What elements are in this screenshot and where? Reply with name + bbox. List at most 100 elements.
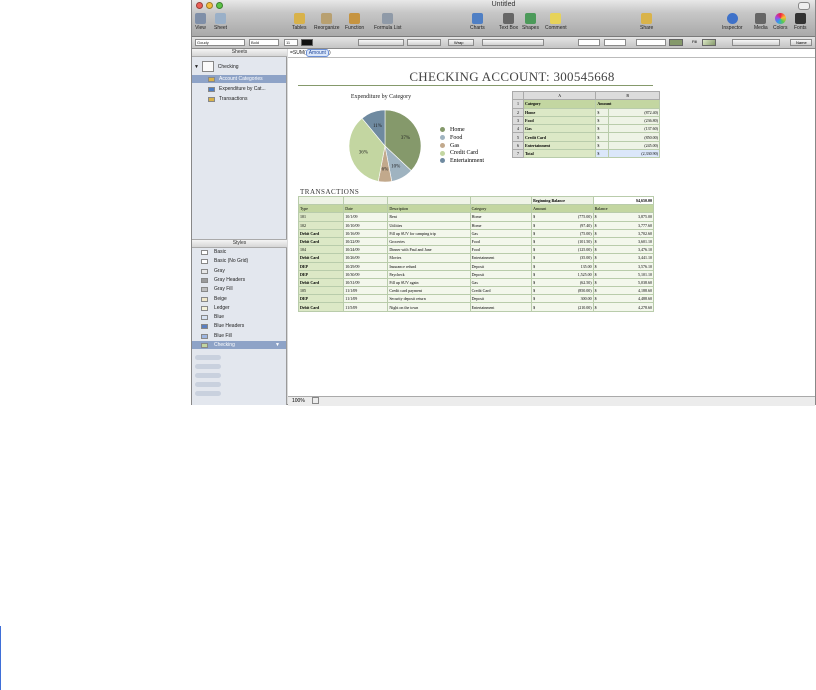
table-cell[interactable]: Food: [469, 245, 533, 255]
table-cell[interactable]: 4,278.60: [607, 302, 654, 312]
table-cell[interactable]: (850.00): [546, 286, 594, 296]
table-cell[interactable]: 105: [297, 286, 345, 296]
table-cell[interactable]: Deposit: [469, 294, 533, 304]
reorganize-button[interactable]: Reorganize: [314, 13, 340, 31]
table-cell[interactable]: $: [595, 124, 610, 134]
tables-button[interactable]: Tables: [292, 13, 306, 31]
table-cell[interactable]: (97.40): [546, 220, 594, 230]
table-cell[interactable]: $: [592, 236, 608, 247]
table-cell[interactable]: $: [531, 220, 547, 230]
style-item-ledger[interactable]: Ledger: [192, 304, 286, 312]
inspector-button[interactable]: Inspector: [722, 13, 743, 31]
table-cell[interactable]: $: [592, 253, 608, 263]
table-cell[interactable]: $: [531, 294, 547, 304]
table-cell[interactable]: Deposit: [469, 269, 533, 279]
table-cell[interactable]: $: [531, 236, 547, 247]
table-cell[interactable]: (101.50): [546, 236, 594, 247]
table-cell[interactable]: 10/31/09: [343, 277, 389, 288]
table-cell[interactable]: $: [592, 294, 608, 304]
header-cell[interactable]: Type: [297, 204, 345, 214]
font-family-select[interactable]: Goudy: [195, 39, 245, 46]
page-view-icon[interactable]: [312, 397, 320, 405]
table-cell[interactable]: (872.40): [608, 107, 660, 117]
header-cell[interactable]: Balance: [592, 204, 655, 214]
table-cell[interactable]: $: [592, 269, 608, 279]
table-cell[interactable]: Debit Card: [297, 302, 345, 312]
table-cell[interactable]: 10/24/09: [343, 245, 389, 255]
table-cell[interactable]: $: [592, 286, 608, 296]
table-cell[interactable]: Fill up SUV again: [387, 277, 471, 288]
table-cell[interactable]: 3,476.10: [607, 245, 654, 255]
table-cell[interactable]: Credit Card: [469, 286, 533, 296]
table-cell[interactable]: (35.00): [546, 253, 594, 263]
formula-bar[interactable]: =SUM(Amount): [288, 49, 815, 58]
header-cell[interactable]: Amount: [531, 204, 594, 214]
table-cell[interactable]: Gas: [522, 124, 597, 134]
colors-button[interactable]: Colors: [773, 13, 787, 31]
style-item-gray-headers[interactable]: Gray Headers: [192, 276, 286, 284]
style-item-blue-fill[interactable]: Blue Fill: [192, 332, 286, 340]
table-cell[interactable]: Utilities: [387, 220, 471, 230]
table-cell[interactable]: 10/16/09: [343, 228, 389, 238]
table-cell[interactable]: Entertainment: [469, 253, 533, 263]
table-cell[interactable]: Total: [522, 149, 597, 159]
table-cell[interactable]: (75.00): [546, 228, 594, 238]
font-size-field[interactable]: 11: [284, 39, 298, 46]
table-cell[interactable]: Food: [469, 236, 533, 247]
share-button[interactable]: Share: [640, 13, 653, 31]
table-cell[interactable]: 11/1/09: [343, 294, 389, 304]
table-cell[interactable]: 10/1/09: [343, 212, 389, 222]
table-cell[interactable]: Gas: [469, 228, 533, 238]
table-cell[interactable]: DEP: [297, 269, 345, 279]
table-cell[interactable]: 102: [297, 220, 345, 230]
table-cell[interactable]: Food: [522, 115, 597, 126]
table-cell[interactable]: $: [595, 115, 610, 126]
sidebar-item-account-categories[interactable]: Account Categories: [192, 75, 286, 83]
table-cell[interactable]: Rent: [387, 212, 471, 222]
table-cell[interactable]: Security deposit return: [387, 294, 471, 304]
table-cell[interactable]: Entertainment: [522, 140, 597, 151]
table-cell[interactable]: $: [592, 245, 608, 255]
table-cell[interactable]: Deposit: [469, 261, 533, 271]
table-cell[interactable]: Debit Card: [297, 228, 345, 238]
toolbar-toggle-button[interactable]: [798, 2, 810, 10]
number-format-buttons[interactable]: [482, 39, 544, 46]
view-button[interactable]: View: [195, 13, 206, 31]
table-cell[interactable]: 3,601.10: [607, 236, 654, 247]
table-cell[interactable]: Movies: [387, 253, 471, 263]
fill-color-well[interactable]: [702, 39, 716, 46]
table-cell[interactable]: (62.50): [546, 277, 594, 288]
category-table-container[interactable]: A B 1 Category Amount 2 Home $ (872.40) 3 Food $ (23…: [512, 90, 660, 176]
wrap-checkbox[interactable]: Wrap: [448, 39, 474, 46]
table-cell[interactable]: 11/5/09: [343, 302, 389, 312]
sheet-button[interactable]: Sheet: [214, 13, 227, 31]
table-cell[interactable]: $: [595, 132, 610, 142]
table-cell[interactable]: (210.00): [546, 302, 594, 312]
table-cell[interactable]: 11/1/09: [343, 286, 389, 296]
header-cell[interactable]: Date: [343, 204, 389, 214]
stroke-color-well[interactable]: [669, 39, 683, 46]
table-cell[interactable]: Home: [469, 212, 533, 222]
style-item-blue[interactable]: Blue: [192, 313, 286, 321]
text-box-button[interactable]: Text Box: [499, 13, 518, 31]
table-cell[interactable]: Home: [469, 220, 533, 230]
comment-button[interactable]: Comment: [545, 13, 567, 31]
transactions-table[interactable]: Beginning Balance $4,650.00 Type Date Descri…: [297, 195, 655, 312]
charts-button[interactable]: Charts: [470, 13, 485, 31]
header-cell[interactable]: Category: [469, 204, 533, 214]
border-color-select[interactable]: [636, 39, 666, 46]
table-cell[interactable]: 10/30/09: [343, 269, 389, 279]
table-cell[interactable]: 4,188.60: [607, 286, 654, 296]
table-cell[interactable]: 4,488.60: [607, 294, 654, 304]
table-cell[interactable]: Entertainment: [469, 302, 533, 312]
style-item-checking[interactable]: Checking ▼: [192, 341, 286, 349]
table-cell[interactable]: $: [531, 212, 547, 222]
table-cell[interactable]: Insurance refund: [387, 261, 471, 271]
table-cell[interactable]: 5,038.60: [607, 277, 654, 288]
dropdown-arrow-icon[interactable]: ▼: [275, 341, 280, 349]
table-cell[interactable]: (125.00): [546, 245, 594, 255]
header-cell[interactable]: Category: [522, 99, 597, 109]
table-cell[interactable]: $: [531, 286, 547, 296]
sheet-item-checking[interactable]: ▼ Checking: [192, 61, 286, 73]
table-cell[interactable]: $: [531, 245, 547, 255]
